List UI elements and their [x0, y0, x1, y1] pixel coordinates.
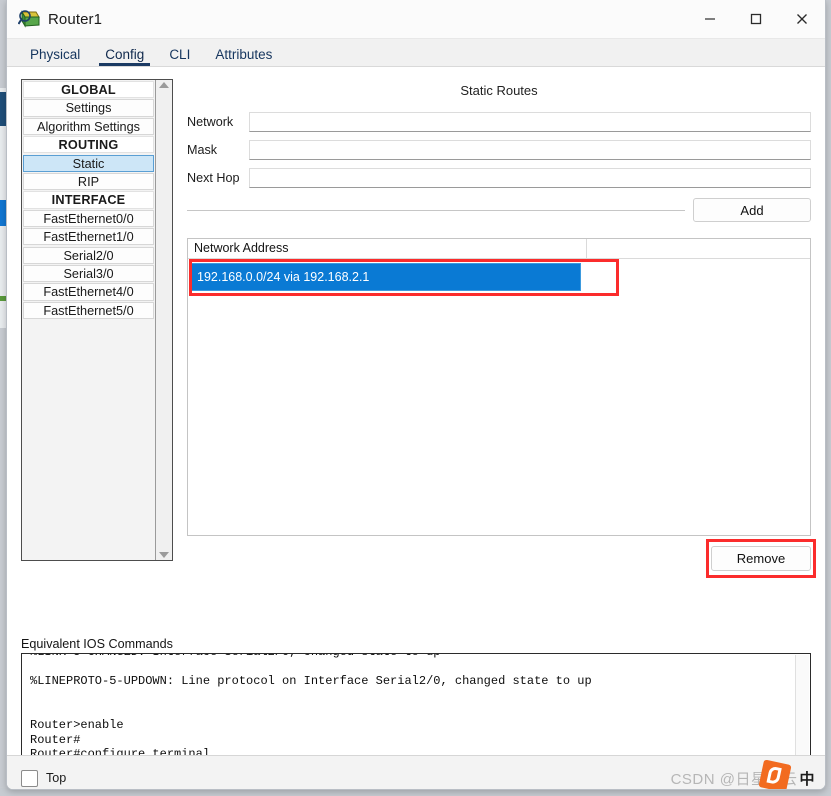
routes-list-wrapper: Network Address 192.168.0.0/24 via 192.1… [187, 238, 816, 578]
network-input[interactable] [249, 112, 811, 132]
next-hop-input[interactable] [249, 168, 811, 188]
tab-physical[interactable]: Physical [21, 47, 89, 66]
tab-bar: Physical Config CLI Attributes [7, 39, 825, 67]
network-label: Network [187, 115, 234, 129]
list-column-header: Network Address [188, 239, 810, 259]
next-hop-label: Next Hop [187, 171, 240, 185]
tree-header-global: GLOBAL [23, 81, 154, 99]
divider [187, 209, 685, 211]
router-config-window: Router1 Physical Config CLI Attributes G… [6, 0, 826, 790]
remove-button-row: Remove [187, 539, 816, 578]
mask-label: Mask [187, 143, 218, 157]
config-content: GLOBAL Settings Algorithm Settings ROUTI… [7, 67, 825, 789]
scroll-down-arrow-icon[interactable] [159, 552, 169, 558]
ios-commands-label: Equivalent IOS Commands [21, 637, 173, 651]
close-button[interactable] [779, 0, 825, 38]
csdn-logo-icon [758, 758, 792, 789]
tab-config[interactable]: Config [96, 47, 153, 66]
tree-header-interface: INTERFACE [23, 191, 154, 209]
next-hop-row: Next Hop [187, 168, 811, 188]
sidebar-item-rip[interactable]: RIP [23, 172, 154, 191]
sidebar-item-settings[interactable]: Settings [23, 99, 154, 117]
network-address-header: Network Address [194, 241, 289, 255]
config-tree: GLOBAL Settings Algorithm Settings ROUTI… [22, 80, 155, 560]
sidebar-item-fastethernet5-0[interactable]: FastEthernet5/0 [23, 301, 154, 319]
static-routes-pane: Static Routes Network Mask Next Hop Add [187, 79, 816, 578]
maximize-button[interactable] [733, 0, 779, 38]
watermark-suffix: 中 [799, 770, 815, 788]
watermark: CSDN @日星月云 中 [671, 758, 815, 789]
config-tree-panel: GLOBAL Settings Algorithm Settings ROUTI… [21, 79, 173, 561]
bottom-bar: Top CSDN @日星月云 中 [7, 755, 825, 789]
tab-attributes[interactable]: Attributes [206, 47, 281, 66]
minimize-button[interactable] [687, 0, 733, 38]
title-bar: Router1 [7, 0, 825, 39]
scroll-up-arrow-icon[interactable] [159, 82, 169, 88]
sidebar-item-fastethernet1-0[interactable]: FastEthernet1/0 [23, 228, 154, 246]
sidebar-item-fastethernet4-0[interactable]: FastEthernet4/0 [23, 283, 154, 301]
window-title: Router1 [48, 10, 103, 28]
sidebar-item-serial2-0[interactable]: Serial2/0 [23, 246, 154, 264]
mask-row: Mask [187, 140, 811, 160]
sidebar-item-algorithm-settings[interactable]: Algorithm Settings [23, 117, 154, 136]
tab-cli[interactable]: CLI [160, 47, 199, 66]
tree-header-routing: ROUTING [23, 136, 154, 154]
mask-input[interactable] [249, 140, 811, 160]
routes-list[interactable]: Network Address 192.168.0.0/24 via 192.1… [187, 238, 811, 536]
top-checkbox[interactable] [21, 769, 38, 787]
sidebar-scrollbar[interactable] [155, 80, 172, 560]
network-row: Network [187, 112, 811, 132]
add-button-row: Add [187, 198, 811, 222]
add-button[interactable]: Add [693, 198, 811, 222]
router-icon [17, 9, 40, 29]
sidebar-item-fastethernet0-0[interactable]: FastEthernet0/0 [23, 209, 154, 228]
remove-button[interactable]: Remove [711, 546, 811, 571]
list-item[interactable]: 192.168.0.0/24 via 192.168.2.1 [191, 263, 581, 291]
window-controls [687, 0, 825, 38]
sidebar-item-static[interactable]: Static [23, 154, 154, 172]
top-checkbox-label: Top [46, 771, 67, 785]
column-divider[interactable] [586, 239, 587, 258]
sidebar-item-serial3-0[interactable]: Serial3/0 [23, 264, 154, 283]
page-title: Static Routes [460, 83, 538, 98]
